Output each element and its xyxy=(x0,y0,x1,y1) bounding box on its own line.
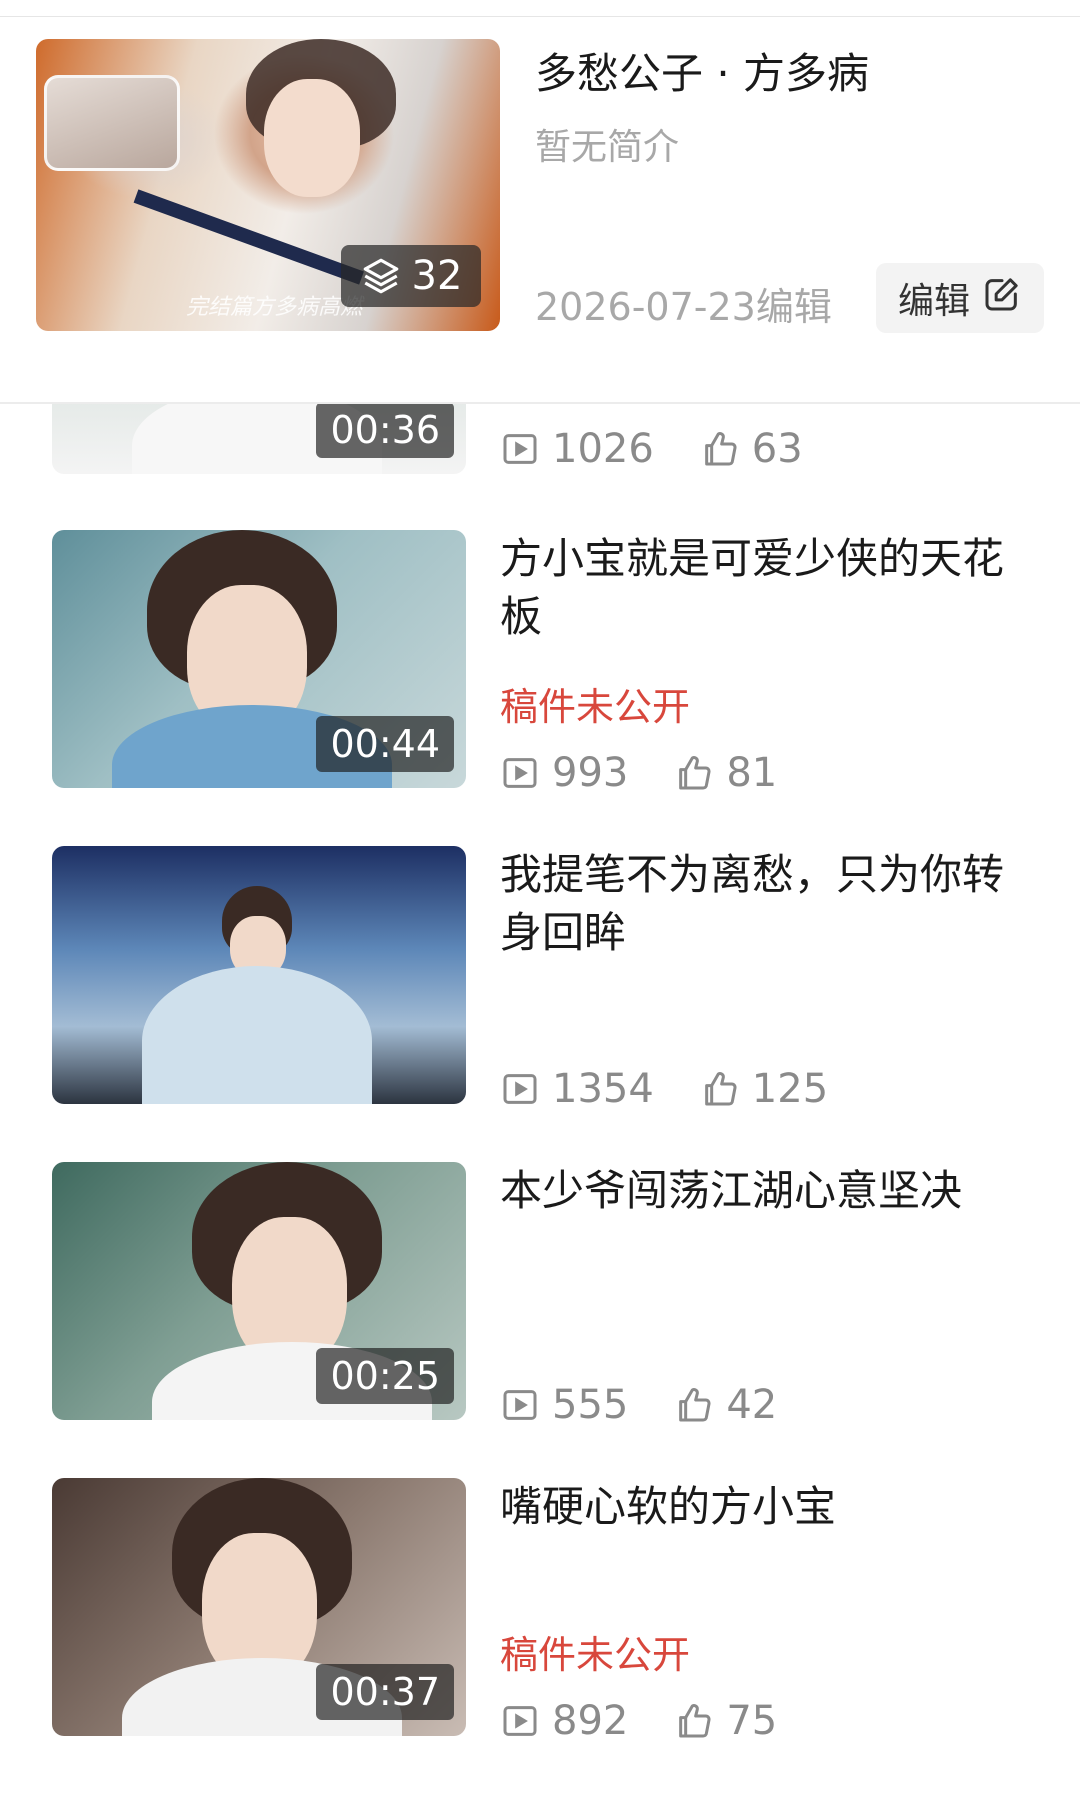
cover-sword xyxy=(133,189,364,285)
like-count: 75 xyxy=(674,1698,777,1744)
like-count-value: 125 xyxy=(751,1066,829,1112)
play-count-icon xyxy=(500,753,540,793)
thumbs-up-icon xyxy=(700,429,740,469)
layers-icon xyxy=(360,255,402,297)
video-title[interactable]: 方小宝就是可爱少侠的天花板 xyxy=(500,530,1030,646)
cover-caption: 完结篇方多病高燃 xyxy=(186,295,363,320)
video-item[interactable]: 00:36 1026 63 xyxy=(0,404,1080,474)
video-stats: 1354 125 xyxy=(500,1064,874,1114)
collection-title: 多愁公子 · 方多病 xyxy=(535,49,870,98)
play-count-value: 892 xyxy=(552,1698,629,1744)
thumbs-up-icon xyxy=(674,753,714,793)
thumbs-up-icon xyxy=(700,1069,740,1109)
video-duration: 00:36 xyxy=(316,404,454,458)
thumbs-up-icon xyxy=(674,1385,714,1425)
private-status-label: 稿件未公开 xyxy=(500,685,691,729)
video-duration: 00:44 xyxy=(316,716,454,772)
thumbnail-figure-robe xyxy=(142,966,372,1104)
video-duration: 00:25 xyxy=(316,1348,454,1404)
edit-icon xyxy=(982,274,1022,323)
thumbs-up-icon xyxy=(674,1701,714,1741)
cover-inset-image xyxy=(44,75,180,171)
private-status-label: 稿件未公开 xyxy=(500,1633,691,1677)
play-count-value: 1354 xyxy=(552,1066,654,1112)
like-count-value: 81 xyxy=(726,750,778,796)
play-count-icon xyxy=(500,1069,540,1109)
video-duration: 00:37 xyxy=(316,1664,454,1720)
play-count-icon xyxy=(500,1385,540,1425)
cover-figure-face xyxy=(264,79,360,197)
play-count-icon xyxy=(500,429,540,469)
video-stats: 892 75 xyxy=(500,1696,823,1746)
video-title[interactable]: 嘴硬心软的方小宝 xyxy=(500,1478,1030,1536)
edit-collection-button[interactable]: 编辑 xyxy=(876,263,1044,333)
play-count-value: 555 xyxy=(552,1382,629,1428)
video-title[interactable]: 本少爷闯荡江湖心意坚决 xyxy=(500,1162,1030,1220)
play-count: 1354 xyxy=(500,1066,654,1112)
video-count: 32 xyxy=(411,253,463,299)
collection-edited-date: 2026-07-23编辑 xyxy=(535,285,832,329)
play-count-icon xyxy=(500,1701,540,1741)
video-count-badge: 32 xyxy=(341,245,481,307)
video-stats: 993 81 xyxy=(500,748,823,798)
video-item[interactable]: 00:25 本少爷闯荡江湖心意坚决 555 42 xyxy=(0,1162,1080,1428)
video-thumbnail[interactable] xyxy=(52,846,466,1104)
like-count: 63 xyxy=(700,426,803,472)
collection-cover-image[interactable]: 完结篇方多病高燃 32 xyxy=(36,39,500,331)
video-item[interactable]: 我提笔不为离愁，只为你转身回眸 1354 125 xyxy=(0,846,1080,1112)
play-count: 892 xyxy=(500,1698,628,1744)
video-title[interactable]: 我提笔不为离愁，只为你转身回眸 xyxy=(500,846,1030,962)
edit-button-label: 编辑 xyxy=(897,281,970,322)
like-count: 125 xyxy=(700,1066,828,1112)
video-thumbnail[interactable]: 00:25 xyxy=(52,1162,466,1420)
video-item[interactable]: 00:44 方小宝就是可爱少侠的天花板 稿件未公开 993 81 xyxy=(0,530,1080,796)
play-count: 993 xyxy=(500,750,628,796)
video-stats: 1026 63 xyxy=(500,424,849,474)
play-count-value: 993 xyxy=(552,750,629,796)
video-thumbnail[interactable]: 00:44 xyxy=(52,530,466,788)
like-count-value: 42 xyxy=(726,1382,778,1428)
play-count: 1026 xyxy=(500,426,654,472)
play-count-value: 1026 xyxy=(552,426,654,472)
like-count: 81 xyxy=(674,750,777,796)
play-count: 555 xyxy=(500,1382,628,1428)
like-count-value: 63 xyxy=(751,426,803,472)
video-thumbnail[interactable]: 00:37 xyxy=(52,1478,466,1736)
video-stats: 555 42 xyxy=(500,1380,823,1430)
like-count-value: 75 xyxy=(726,1698,778,1744)
like-count: 42 xyxy=(674,1382,777,1428)
collection-description: 暂无简介 xyxy=(535,127,680,168)
video-thumbnail[interactable]: 00:36 xyxy=(52,404,466,474)
video-item[interactable]: 00:37 嘴硬心软的方小宝 稿件未公开 892 75 xyxy=(0,1478,1080,1744)
